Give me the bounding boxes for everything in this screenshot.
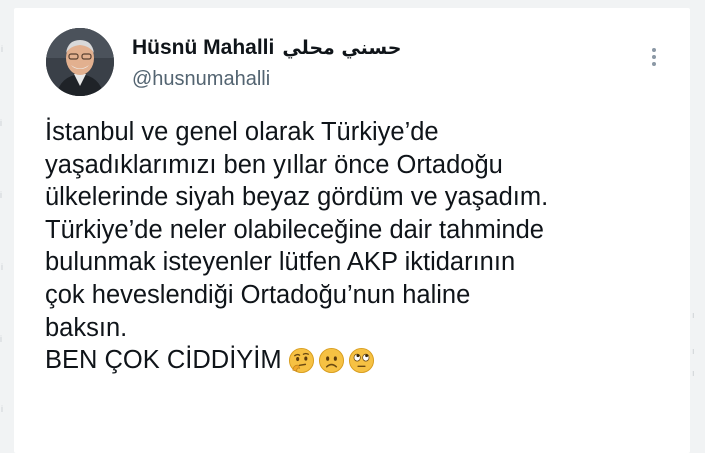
author-handle[interactable]: @husnumahalli bbox=[132, 68, 270, 91]
face-with-rolling-eyes-icon bbox=[348, 348, 374, 374]
thinking-face-icon bbox=[288, 348, 314, 374]
tweet-line: çok heveslendiği Ortadoğu’nun haline bbox=[45, 280, 471, 309]
more-vertical-icon bbox=[652, 48, 656, 66]
tweet-line-text: BEN ÇOK CİDDİYİM bbox=[45, 346, 282, 375]
author-display-name[interactable]: Hüsnü Mahalli bbox=[132, 36, 274, 60]
tweet-line: bulunmak isteyenler lütfen AKP iktidarın… bbox=[45, 248, 516, 277]
emoji-row bbox=[288, 347, 375, 374]
avatar[interactable] bbox=[46, 28, 114, 96]
tweet-line: baksın. bbox=[45, 313, 128, 342]
tweet-card: Hüsnü Mahalli حسني محلي @husnumahalli İs… bbox=[14, 8, 690, 453]
background-edge-right: ı ı ı bbox=[692, 310, 695, 378]
background-edge-left: i i i i i i bbox=[0, 44, 3, 414]
frowning-face-icon bbox=[318, 348, 344, 374]
avatar-portrait bbox=[46, 28, 114, 96]
tweet-line: Türkiye’de neler olabileceğine dair tahm… bbox=[45, 215, 544, 244]
screenshot-stage: i i i i i i ı ı ı Hüsnü Mahalli حسني محل… bbox=[0, 0, 705, 453]
tweet-line: yaşadıklarımızı ben yıllar önce Ortadoğu bbox=[45, 150, 503, 179]
more-options-button[interactable] bbox=[642, 42, 666, 72]
tweet-text: İstanbul ve genel olarak Türkiye’de yaşa… bbox=[45, 116, 685, 377]
tweet-line: ülkelerinde siyah beyaz gördüm ve yaşadı… bbox=[45, 183, 549, 212]
tweet-line: İstanbul ve genel olarak Türkiye’de bbox=[45, 118, 439, 146]
author-name-row: Hüsnü Mahalli حسني محلي bbox=[132, 36, 401, 60]
tweet-line-last: BEN ÇOK CİDDİYİM bbox=[45, 344, 685, 377]
author-arabic-name: حسني محلي bbox=[282, 37, 402, 59]
